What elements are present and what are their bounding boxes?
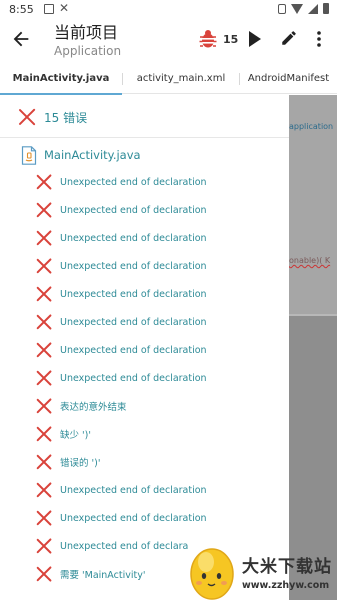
error-item[interactable]: Unexpected end of declaration xyxy=(36,168,289,196)
error-file-name: MainActivity.java xyxy=(44,148,141,162)
error-icon xyxy=(36,202,52,218)
divider xyxy=(0,137,289,138)
error-icon xyxy=(36,230,52,246)
error-item[interactable]: Unexpected end of declaration xyxy=(36,504,289,532)
error-count-label: 15 错误 xyxy=(44,110,88,125)
error-message: Unexpected end of declaration xyxy=(60,232,207,244)
page-subtitle: Application xyxy=(54,44,122,58)
error-message: 表达的意外结束 xyxy=(60,402,127,413)
wifi-icon xyxy=(291,3,303,14)
error-message: Unexpected end of declaration xyxy=(60,484,207,496)
error-item[interactable]: Unexpected end of declaration xyxy=(36,280,289,308)
error-message: Unexpected end of declaration xyxy=(60,512,207,524)
status-indicators xyxy=(278,3,329,14)
error-summary[interactable]: 15 错误 xyxy=(18,105,87,129)
error-item[interactable]: Unexpected end of declaration xyxy=(36,336,289,364)
watermark: 大米下载站 www.zzhyw.com xyxy=(186,540,337,600)
back-arrow-icon[interactable] xyxy=(10,28,32,50)
error-message: Unexpected end of declarat xyxy=(60,540,188,552)
vibrate-icon xyxy=(278,3,286,14)
error-item[interactable]: Unexpected end of declaration xyxy=(36,364,289,392)
error-message: Unexpected end of declaration xyxy=(60,288,207,300)
error-icon xyxy=(36,538,52,554)
run-play-icon[interactable] xyxy=(248,30,262,48)
java-file-icon xyxy=(21,145,37,165)
page-title: 当前项目 xyxy=(54,23,119,42)
error-item[interactable]: Unexpected end of declaration xyxy=(36,196,289,224)
error-message: 错误的 ')' xyxy=(60,458,101,469)
error-icon xyxy=(36,258,52,274)
error-icon xyxy=(36,398,52,414)
error-list: Unexpected end of declaration Unexpected… xyxy=(36,168,289,588)
title-block: 当前项目 Application xyxy=(54,23,121,59)
error-file-row[interactable]: MainActivity.java xyxy=(21,145,141,165)
notification-icon xyxy=(44,4,54,14)
rice-mascot-logo xyxy=(190,548,234,600)
more-vert-icon[interactable] xyxy=(314,29,324,49)
error-message: Unexpected end of declaration xyxy=(60,372,207,384)
error-icon xyxy=(36,566,52,582)
error-message: Unexpected end of declaration xyxy=(60,260,207,272)
tab-activity-main-xml[interactable]: activity_main.xml xyxy=(123,64,239,94)
error-panel: 15 错误 MainActivity.java Unexpected end o… xyxy=(0,95,289,600)
editor-divider xyxy=(289,314,337,316)
status-bar: 8:55 ✕ xyxy=(0,0,337,20)
watermark-title: 大米下载站 xyxy=(242,557,332,577)
editor-code-fragment: application xyxy=(289,122,334,131)
error-icon xyxy=(36,342,52,358)
error-item[interactable]: Unexpected end of declaration xyxy=(36,224,289,252)
error-icon xyxy=(36,174,52,190)
error-item[interactable]: 错误的 ')' xyxy=(36,448,289,476)
error-message: Unexpected end of declaration xyxy=(60,176,207,188)
error-icon xyxy=(18,108,36,126)
bug-count: 15 xyxy=(223,33,239,46)
error-icon xyxy=(36,426,52,442)
tab-android-manifest[interactable]: AndroidManifest xyxy=(240,64,337,94)
error-item[interactable]: 表达的意外结束 xyxy=(36,392,289,420)
tab-main-activity[interactable]: MainActivity.java xyxy=(0,64,122,95)
error-icon xyxy=(36,286,52,302)
edit-pencil-icon[interactable] xyxy=(280,29,298,47)
error-icon xyxy=(36,314,52,330)
no-sim-icon: ✕ xyxy=(59,1,70,15)
battery-icon xyxy=(323,3,329,14)
error-message: Unexpected end of declaration xyxy=(60,316,207,328)
error-message: 需要 'MainActivity' xyxy=(60,570,146,581)
error-item[interactable]: 缺少 ')' xyxy=(36,420,289,448)
file-tabs: MainActivity.java activity_main.xml Andr… xyxy=(0,64,337,95)
error-item[interactable]: Unexpected end of declaration xyxy=(36,252,289,280)
error-message: Unexpected end of declaration xyxy=(60,204,207,216)
editor-code-fragment: onable)( K xyxy=(289,256,331,265)
error-icon xyxy=(36,510,52,526)
app-toolbar: 当前项目 Application 15 xyxy=(0,20,337,64)
error-item[interactable]: Unexpected end of declaration xyxy=(36,308,289,336)
error-item[interactable]: Unexpected end of declaration xyxy=(36,476,289,504)
error-message: Unexpected end of declaration xyxy=(60,344,207,356)
status-time: 8:55 xyxy=(9,3,34,16)
watermark-url: www.zzhyw.com xyxy=(242,580,330,591)
error-icon xyxy=(36,482,52,498)
signal-icon xyxy=(308,3,318,14)
error-icon xyxy=(36,370,52,386)
bug-icon[interactable] xyxy=(199,29,217,49)
error-message: 缺少 ')' xyxy=(60,430,91,441)
error-icon xyxy=(36,454,52,470)
